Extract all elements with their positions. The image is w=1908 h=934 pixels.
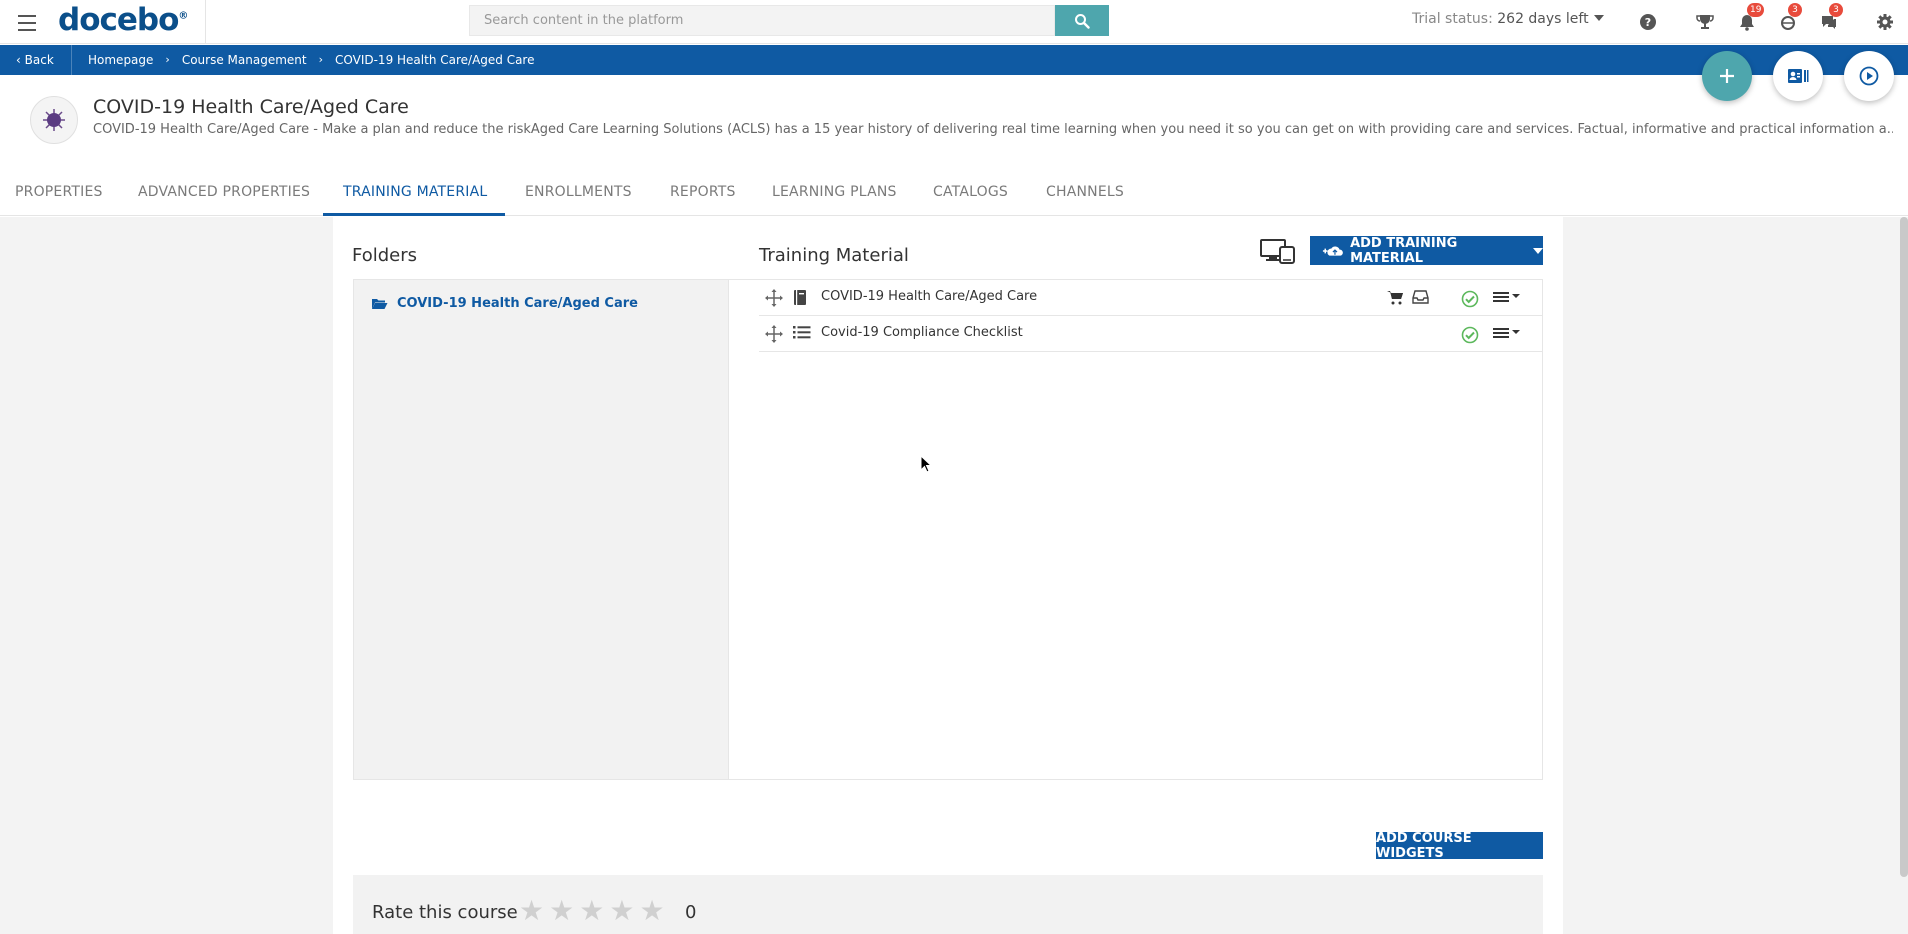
tab-enrollments[interactable]: ENROLLMENTS bbox=[525, 184, 632, 200]
star-icon[interactable]: ★ bbox=[519, 897, 544, 925]
training-material-list: COVID-19 Health Care/Aged Care Covid-19 … bbox=[729, 279, 1543, 780]
star-icon[interactable]: ★ bbox=[549, 897, 574, 925]
course-catalog-button[interactable] bbox=[1773, 51, 1823, 101]
breadcrumb-divider bbox=[71, 45, 72, 75]
chevron-right-icon: › bbox=[165, 53, 170, 66]
published-check-icon[interactable] bbox=[1461, 326, 1479, 344]
tab-channels[interactable]: CHANNELS bbox=[1046, 184, 1124, 200]
star-icon[interactable]: ★ bbox=[609, 897, 634, 925]
settings-gear-icon[interactable] bbox=[1871, 8, 1899, 36]
tab-reports[interactable]: REPORTS bbox=[670, 184, 736, 200]
course-thumbnail bbox=[30, 96, 78, 144]
mouse-cursor-icon bbox=[920, 455, 932, 473]
book-icon bbox=[794, 290, 806, 305]
row-actions-menu-icon[interactable] bbox=[1493, 290, 1521, 304]
caret-down-icon bbox=[1533, 247, 1543, 254]
list-item[interactable]: COVID-19 Health Care/Aged Care bbox=[759, 280, 1543, 316]
virus-icon bbox=[43, 109, 65, 131]
folder-item[interactable]: COVID-19 Health Care/Aged Care bbox=[371, 296, 638, 311]
inbox-tray-icon[interactable] bbox=[1412, 290, 1429, 304]
chevron-left-icon: ‹ bbox=[16, 53, 21, 67]
play-circle-icon bbox=[1859, 66, 1879, 86]
trial-days-left: 262 days left bbox=[1497, 11, 1589, 27]
tab-advanced-properties[interactable]: ADVANCED PROPERTIES bbox=[138, 184, 310, 200]
shopping-cart-icon[interactable] bbox=[1387, 290, 1403, 305]
rating-count: 0 bbox=[685, 902, 697, 923]
left-gutter bbox=[0, 217, 333, 934]
caret-down-icon bbox=[1593, 15, 1604, 21]
folders-panel: COVID-19 Health Care/Aged Care bbox=[353, 279, 729, 780]
trial-status-label: Trial status: bbox=[1412, 11, 1493, 27]
gamification-badge: 3 bbox=[1788, 3, 1802, 17]
breadcrumb: Homepage › Course Management › COVID-19 … bbox=[88, 53, 535, 67]
course-title: COVID-19 Health Care/Aged Care bbox=[93, 96, 409, 118]
rating-stars: ★ ★ ★ ★ ★ bbox=[519, 897, 665, 925]
search-icon bbox=[1075, 13, 1090, 29]
list-item[interactable]: Covid-19 Compliance Checklist bbox=[759, 316, 1543, 352]
logo-divider bbox=[205, 0, 206, 44]
training-material-heading: Training Material bbox=[759, 245, 909, 266]
row-actions-menu-icon[interactable] bbox=[1493, 326, 1521, 340]
rate-label: Rate this course bbox=[372, 902, 518, 923]
plus-icon bbox=[1720, 69, 1734, 83]
folders-heading: Folders bbox=[352, 245, 418, 266]
tab-learning-plans[interactable]: LEARNING PLANS bbox=[772, 184, 897, 200]
search-button[interactable] bbox=[1055, 5, 1109, 36]
add-training-material-button[interactable]: ADD TRAINING MATERIAL bbox=[1310, 235, 1543, 266]
breadcrumb-homepage[interactable]: Homepage bbox=[88, 53, 153, 67]
rating-panel: Rate this course ★ ★ ★ ★ ★ 0 bbox=[353, 875, 1543, 934]
logo-mark: ® bbox=[178, 10, 188, 22]
add-fab-button[interactable] bbox=[1702, 51, 1752, 101]
active-tab-indicator bbox=[323, 213, 505, 216]
add-course-widgets-button[interactable]: ADD COURSE WIDGETS bbox=[1376, 831, 1543, 861]
notifications-badge: 19 bbox=[1747, 3, 1765, 17]
trophy-icon[interactable] bbox=[1691, 8, 1719, 36]
material-name[interactable]: Covid-19 Compliance Checklist bbox=[821, 325, 1023, 340]
help-icon[interactable]: ? bbox=[1634, 8, 1662, 36]
messages-badge: 3 bbox=[1829, 3, 1843, 17]
back-label: Back bbox=[24, 53, 54, 67]
notifications-bell-icon[interactable]: 19 bbox=[1733, 3, 1765, 36]
tab-properties[interactable]: PROPERTIES bbox=[15, 184, 103, 200]
course-tabs: PROPERTIES ADVANCED PROPERTIES TRAINING … bbox=[0, 178, 1908, 216]
tab-training-material[interactable]: TRAINING MATERIAL bbox=[343, 184, 487, 200]
docebo-logo[interactable]: docebo® bbox=[58, 2, 188, 38]
back-button[interactable]: ‹ Back bbox=[16, 53, 54, 67]
drag-handle-icon[interactable] bbox=[765, 289, 783, 307]
id-card-icon bbox=[1788, 69, 1809, 83]
logo-text: docebo bbox=[58, 2, 179, 38]
menu-icon[interactable] bbox=[14, 10, 40, 34]
play-course-button[interactable] bbox=[1844, 51, 1894, 101]
top-navigation-bar: docebo® Search content in the platform T… bbox=[0, 0, 1908, 44]
published-check-icon[interactable] bbox=[1461, 290, 1479, 308]
messages-icon[interactable]: 3 bbox=[1815, 3, 1843, 36]
tab-catalogs[interactable]: CATALOGS bbox=[933, 184, 1008, 200]
star-icon[interactable]: ★ bbox=[639, 897, 664, 925]
folder-label: COVID-19 Health Care/Aged Care bbox=[397, 296, 638, 311]
add-cloud-icon bbox=[1322, 245, 1343, 256]
breadcrumb-bar: ‹ Back Homepage › Course Management › CO… bbox=[0, 45, 1908, 75]
breadcrumb-current: COVID-19 Health Care/Aged Care bbox=[335, 53, 535, 67]
course-description: COVID-19 Health Care/Aged Care - Make a … bbox=[93, 122, 1893, 137]
gamification-icon[interactable]: 3 bbox=[1774, 3, 1802, 36]
list-icon bbox=[793, 326, 811, 339]
drag-handle-icon[interactable] bbox=[765, 325, 783, 343]
svg-text:?: ? bbox=[1645, 16, 1651, 29]
add-training-material-label: ADD TRAINING MATERIAL bbox=[1350, 235, 1458, 266]
material-name[interactable]: COVID-19 Health Care/Aged Care bbox=[821, 289, 1037, 304]
page-scrollbar[interactable] bbox=[1900, 217, 1908, 877]
trial-status-dropdown[interactable]: Trial status: 262 days left bbox=[1412, 11, 1604, 27]
star-icon[interactable]: ★ bbox=[579, 897, 604, 925]
device-preview-icon[interactable] bbox=[1260, 237, 1296, 267]
search-input[interactable]: Search content in the platform bbox=[469, 5, 1055, 36]
breadcrumb-course-management[interactable]: Course Management bbox=[182, 53, 307, 67]
folder-open-icon bbox=[372, 299, 388, 309]
right-gutter bbox=[1563, 217, 1908, 934]
chevron-right-icon: › bbox=[318, 53, 323, 66]
